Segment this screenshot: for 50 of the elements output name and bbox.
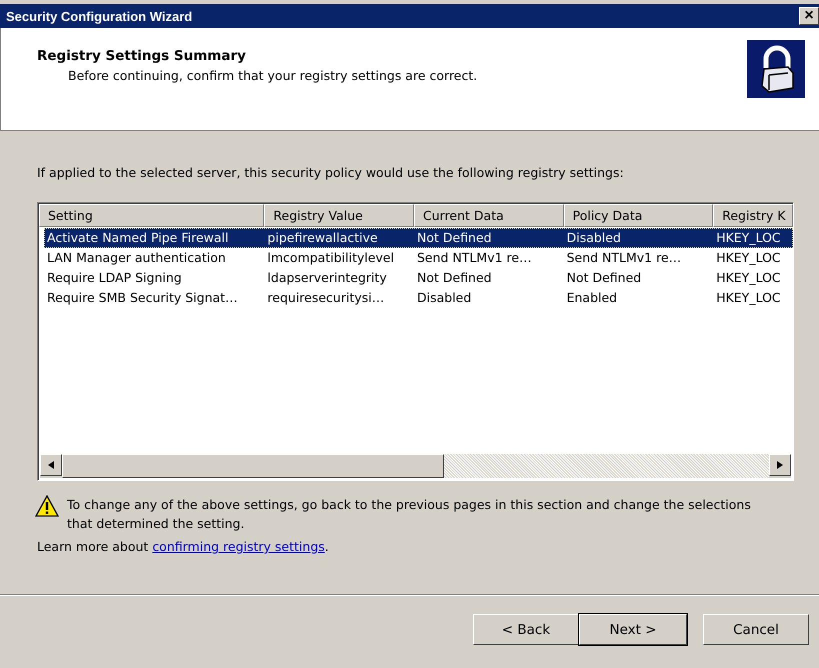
wizard-button[interactable]: Cancel — [703, 614, 809, 645]
wizard-button[interactable]: < Back — [473, 614, 579, 645]
table-row[interactable]: LAN Manager authentication lmcompatibilitylevel Send NTLMv1 re… Send NTLMv1 re… HKEY_LOC — [44, 248, 793, 268]
warning-icon — [35, 495, 59, 517]
table-cell-text: ldapserverintegrity — [266, 269, 388, 287]
close-button[interactable]: × — [799, 7, 819, 25]
table-cell-text: pipefirewallactive — [266, 229, 379, 247]
table-cell-text: Activate Named Pipe Firewall — [46, 229, 230, 247]
intro-text: If applied to the selected server, this security policy would use the following registry settings: — [37, 165, 625, 180]
table-row[interactable]: Require LDAP Signing ldapserverintegrity Not Defined Not Defined HKEY_LOC — [44, 268, 793, 288]
table-cell-text: Disabled — [416, 289, 472, 307]
table-cell-text: Not Defined — [416, 269, 493, 287]
table-cell-text: HKEY_LOC — [715, 289, 782, 307]
table-row[interactable]: Require SMB Security Signat… requiresecuritysi… Disabled Enabled HKEY_LOC — [44, 288, 793, 308]
table-cell-text: Enabled — [566, 289, 618, 307]
table-cell-text: Not Defined — [416, 229, 493, 247]
page-title: Registry Settings Summary — [37, 48, 247, 64]
wizard-button[interactable]: Next > — [579, 614, 687, 645]
help-link[interactable]: confirming registry settings — [152, 539, 325, 554]
column-header[interactable]: Registry Value — [264, 204, 414, 227]
horizontal-scrollbar[interactable] — [40, 454, 791, 478]
settings-list[interactable] — [37, 202, 794, 481]
table-cell-text: lmcompatibilitylevel — [266, 249, 396, 267]
right-arrow-icon — [777, 461, 783, 469]
table-cell-text: HKEY_LOC — [715, 249, 782, 267]
learn-more-text: Learn more about — [37, 539, 150, 554]
column-header[interactable]: Policy Data — [564, 204, 714, 227]
table-cell-text: Require LDAP Signing — [46, 269, 183, 287]
left-arrow-icon — [48, 461, 54, 469]
page-subtitle: Before continuing, confirm that your registry settings are correct. — [67, 68, 478, 83]
scroll-right-button[interactable] — [769, 454, 791, 476]
table-cell-text: HKEY_LOC — [715, 229, 782, 247]
padlock-icon — [747, 40, 805, 98]
table-cell-text: Send NTLMv1 re… — [416, 249, 533, 267]
table-cell-text: Require SMB Security Signat… — [46, 289, 239, 307]
period-text: . — [324, 539, 329, 554]
window-title: Security Configuration Wizard — [6, 8, 192, 24]
table-cell-text: HKEY_LOC — [715, 269, 782, 287]
column-header[interactable]: Current Data — [414, 204, 564, 227]
scroll-left-button[interactable] — [40, 454, 62, 476]
warning-text: To change any of the above settings, go back to the previous pages in this section and change the selections that determined the setting. — [67, 496, 752, 533]
table-cell-text: requiresecuritysi… — [266, 289, 386, 307]
table-cell-text: Send NTLMv1 re… — [566, 249, 682, 267]
table-cell-text: LAN Manager authentication — [46, 249, 227, 267]
table-row[interactable]: Activate Named Pipe Firewall pipefirewallactive Not Defined Disabled HKEY_LOC — [44, 228, 793, 248]
table-cell-text: Not Defined — [566, 269, 642, 287]
column-header[interactable]: Registry K — [713, 204, 793, 227]
table-cell-text: Disabled — [566, 229, 622, 247]
column-header[interactable]: Setting — [39, 204, 264, 227]
scroll-thumb[interactable] — [62, 454, 444, 478]
